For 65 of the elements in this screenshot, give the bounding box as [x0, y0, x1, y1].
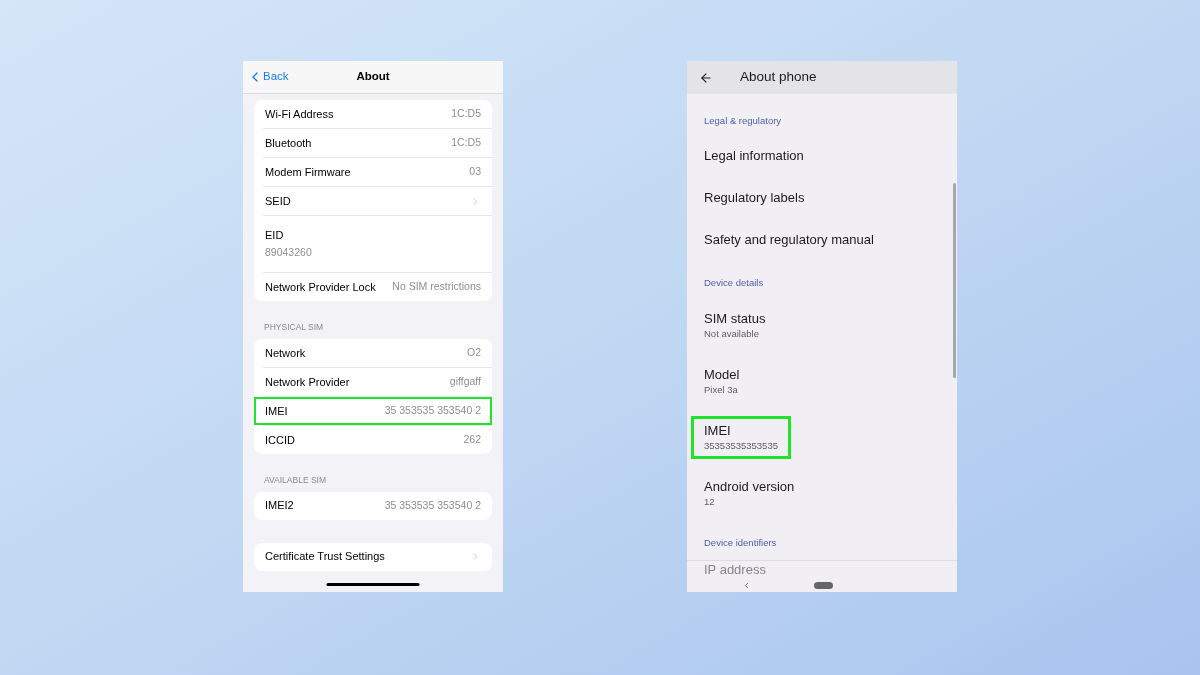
row-label: Wi-Fi Address [265, 106, 334, 122]
settings-row[interactable]: Wi-Fi Address 1C:D5 [254, 100, 492, 128]
row-label: IMEI [265, 403, 288, 419]
screen-title: About [356, 69, 390, 85]
item-title: Legal information [704, 146, 804, 164]
settings-row[interactable]: SEID [254, 187, 492, 215]
screen-title: About phone [740, 68, 817, 87]
row-label: ICCID [265, 432, 295, 448]
section-header: PHYSICAL SIM [263, 321, 325, 334]
row-label: Network [265, 345, 306, 361]
back-button[interactable]: Back [243, 68, 289, 86]
settings-item[interactable]: Regulatory labels [687, 176, 949, 218]
row-label: Certificate Trust Settings [265, 549, 385, 565]
section-header: Device identifiers [703, 536, 778, 550]
row-value: 35 353535 353540 2 [384, 402, 481, 418]
settings-row[interactable]: ICCID 262 [254, 425, 492, 454]
settings-item[interactable]: Safety and regulatory manual [687, 218, 949, 260]
item-title: IMEI [704, 421, 732, 439]
row-label: IMEI2 [265, 498, 294, 514]
settings-item[interactable]: Model Pixel 3a [687, 353, 949, 409]
row-value: O2 [467, 344, 481, 360]
back-button[interactable] [699, 70, 713, 85]
settings-item[interactable]: SIM status Not available [687, 297, 949, 353]
settings-row[interactable]: Network Provider Lock No SIM restrictions [254, 273, 492, 301]
settings-row[interactable]: IMEI2 35 353535 353540 2 [254, 491, 492, 520]
item-title: Regulatory labels [704, 188, 805, 206]
back-arrow-icon [699, 70, 713, 85]
row-value: 1C:D5 [451, 135, 481, 151]
settings-item[interactable]: Legal information [687, 134, 949, 176]
settings-row[interactable]: Modem Firmware 03 [254, 158, 492, 186]
row-value: 35 353535 353540 2 [384, 497, 481, 513]
item-title: Android version [704, 477, 795, 495]
settings-row[interactable]: Bluetooth 1C:D5 [254, 129, 492, 157]
section-header: Device details [703, 276, 765, 290]
item-summary: 35353535353535 [704, 438, 778, 453]
row-value: giffgaff [449, 373, 481, 389]
settings-row[interactable]: IMEI 35 353535 353540 2 [254, 396, 492, 425]
section-header: Legal & regulatory [703, 114, 783, 128]
row-value: 1C:D5 [451, 106, 481, 122]
settings-row[interactable]: Network Provider giffgaff [254, 367, 492, 396]
back-icon[interactable] [742, 580, 751, 590]
item-title: IP address [704, 561, 766, 578]
item-summary: Pixel 3a [704, 382, 739, 397]
settings-row[interactable]: Network O2 [254, 338, 492, 367]
settings-item[interactable]: IMEI 35353535353535 [687, 409, 949, 465]
settings-row[interactable]: EID 89043260 [254, 216, 492, 272]
row-value: No SIM restrictions [392, 279, 481, 295]
item-summary: Not available [704, 326, 760, 341]
row-label: EID [265, 227, 285, 243]
item-title: Model [704, 365, 740, 383]
settings-item[interactable]: Android version 12 [687, 465, 949, 521]
item-summary: 12 [704, 494, 716, 509]
row-value: 03 [469, 164, 481, 180]
item-title: SIM status [704, 309, 766, 327]
row-label: Network Provider Lock [265, 279, 376, 295]
row-label: SEID [265, 193, 291, 209]
section-header: AVAILABLE SIM [263, 473, 328, 487]
row-value: 89043260 [265, 245, 312, 261]
home-handle[interactable] [814, 581, 833, 589]
row-label: Bluetooth [265, 135, 312, 151]
row-value: 262 [463, 431, 481, 447]
item-title: Safety and regulatory manual [704, 230, 874, 248]
settings-row[interactable]: Certificate Trust Settings [254, 542, 492, 571]
row-label: Network Provider [265, 374, 350, 390]
row-label: Modem Firmware [265, 164, 351, 180]
